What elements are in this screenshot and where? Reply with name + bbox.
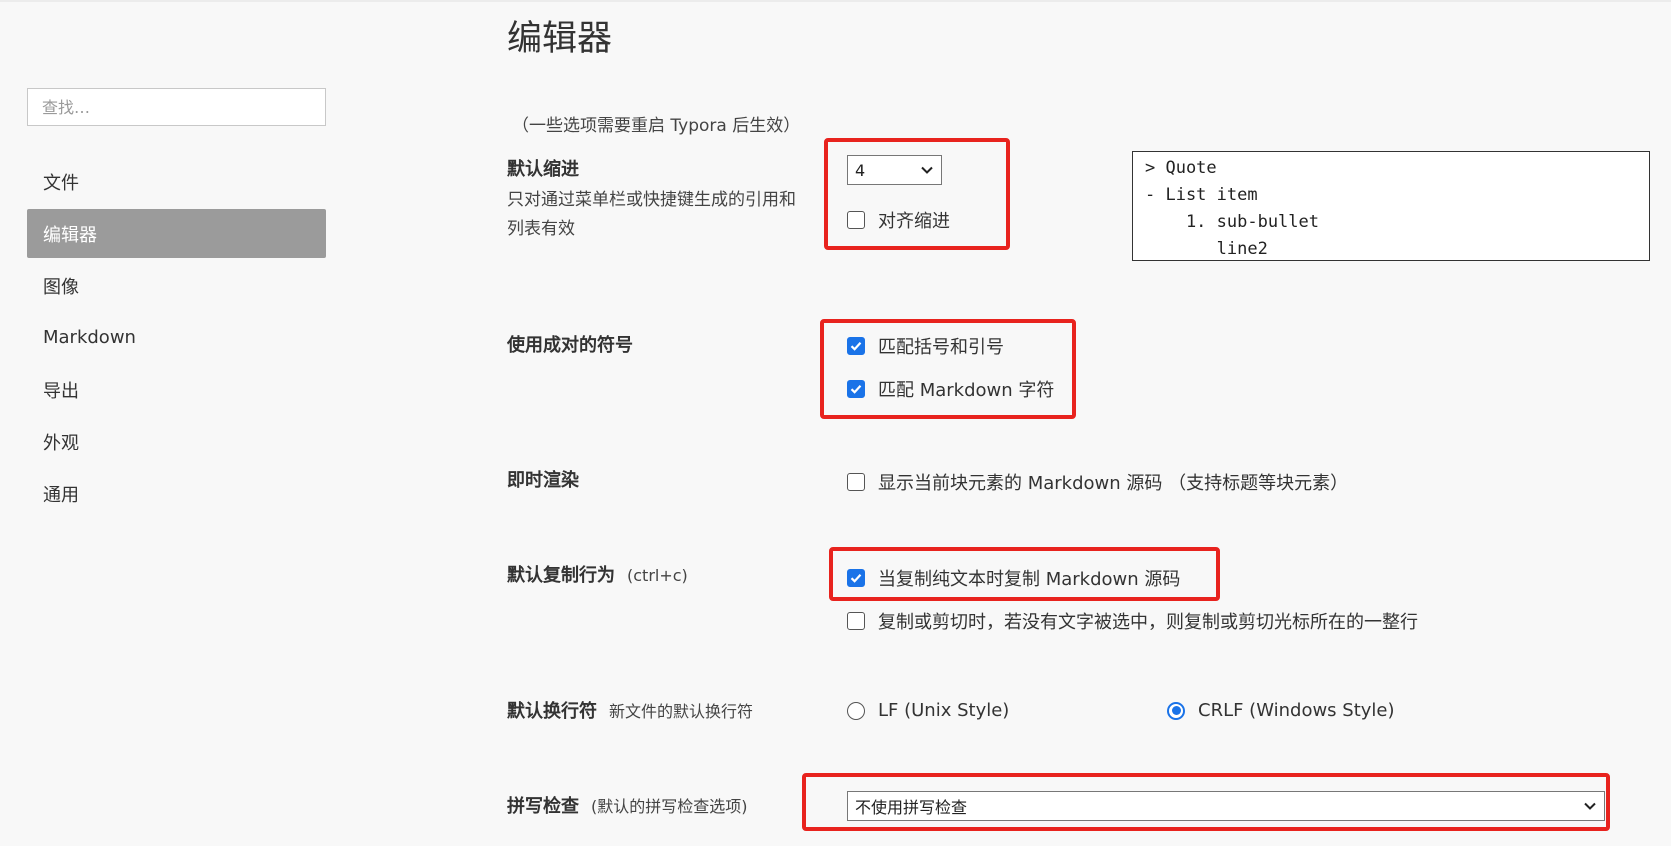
match-markdown-checkbox[interactable] bbox=[847, 380, 865, 398]
spellcheck-select[interactable]: 不使用拼写检查 bbox=[847, 791, 1605, 821]
match-markdown-option[interactable]: 匹配 Markdown 字符 bbox=[847, 376, 1054, 402]
copy-shortcut: (ctrl+c) bbox=[627, 566, 688, 585]
align-indent-option[interactable]: 对齐缩进 bbox=[847, 207, 950, 233]
show-block-source-option[interactable]: 显示当前块元素的 Markdown 源码 （支持标题等块元素） bbox=[847, 469, 1348, 495]
preview-line: 1. sub-bullet bbox=[1145, 212, 1319, 232]
indent-size-select[interactable]: 4 bbox=[847, 155, 942, 185]
sidebar-item-editor[interactable]: 编辑器 bbox=[27, 209, 326, 258]
copy-markdown-option[interactable]: 当复制纯文本时复制 Markdown 源码 bbox=[847, 565, 1180, 591]
lf-radio[interactable] bbox=[847, 701, 865, 720]
crlf-radio[interactable] bbox=[1167, 701, 1185, 720]
match-brackets-checkbox[interactable] bbox=[847, 337, 865, 355]
checkmark-icon bbox=[850, 574, 862, 583]
sidebar-item-appearance[interactable]: 外观 bbox=[27, 417, 326, 466]
copy-line-option[interactable]: 复制或剪切时，若没有文字被选中，则复制或剪切光标所在的一整行 bbox=[847, 608, 1418, 634]
sidebar-nav: 文件 编辑器 图像 Markdown 导出 外观 通用 bbox=[27, 157, 326, 521]
line-ending-sub: 新文件的默认换行符 bbox=[609, 702, 754, 721]
match-markdown-label: 匹配 Markdown 字符 bbox=[878, 380, 1055, 401]
preview-line: - List item bbox=[1145, 185, 1258, 205]
chevron-down-icon bbox=[921, 166, 933, 174]
indent-preview: > Quote - List item 1. sub-bullet line2 bbox=[1132, 151, 1650, 261]
radio-dot-icon bbox=[1171, 706, 1181, 715]
match-brackets-option[interactable]: 匹配括号和引号 bbox=[847, 333, 1004, 359]
top-border bbox=[0, 0, 1671, 2]
spellcheck-value: 不使用拼写检查 bbox=[855, 798, 968, 817]
line-ending-label-text: 默认换行符 bbox=[507, 701, 597, 722]
sidebar-item-file[interactable]: 文件 bbox=[27, 157, 326, 206]
sidebar-item-image[interactable]: 图像 bbox=[27, 261, 326, 310]
match-brackets-label: 匹配括号和引号 bbox=[878, 337, 1004, 358]
copy-label-text: 默认复制行为 bbox=[507, 565, 615, 586]
restart-hint: （一些选项需要重启 Typora 后生效） bbox=[512, 116, 801, 136]
sidebar-item-export[interactable]: 导出 bbox=[27, 365, 326, 414]
indent-label: 默认缩进 bbox=[507, 159, 579, 180]
show-block-source-label: 显示当前块元素的 Markdown 源码 （支持标题等块元素） bbox=[878, 473, 1349, 494]
spellcheck-sub: (默认的拼写检查选项) bbox=[591, 797, 748, 816]
checkmark-icon bbox=[850, 342, 862, 351]
crlf-option[interactable]: CRLF (Windows Style) bbox=[1167, 700, 1395, 721]
copy-label: 默认复制行为 (ctrl+c) bbox=[507, 561, 688, 587]
sidebar-item-markdown[interactable]: Markdown bbox=[27, 313, 326, 362]
lf-label: LF (Unix Style) bbox=[878, 700, 1010, 721]
show-block-source-checkbox[interactable] bbox=[847, 473, 865, 491]
search-input[interactable] bbox=[27, 88, 326, 126]
sidebar-item-general[interactable]: 通用 bbox=[27, 469, 326, 518]
copy-markdown-label: 当复制纯文本时复制 Markdown 源码 bbox=[878, 569, 1181, 590]
live-render-label: 即时渲染 bbox=[507, 470, 579, 491]
align-indent-checkbox[interactable] bbox=[847, 211, 865, 229]
align-indent-label: 对齐缩进 bbox=[878, 211, 950, 232]
preview-line: line2 bbox=[1145, 239, 1268, 259]
pairs-label: 使用成对的符号 bbox=[507, 335, 633, 356]
spellcheck-label: 拼写检查 (默认的拼写检查选项) bbox=[507, 792, 748, 818]
indent-description: 只对通过菜单栏或快捷键生成的引用和列表有效 bbox=[507, 190, 796, 239]
crlf-label: CRLF (Windows Style) bbox=[1198, 700, 1395, 721]
indent-size-value: 4 bbox=[855, 160, 866, 180]
copy-markdown-checkbox[interactable] bbox=[847, 569, 865, 587]
preview-line: > Quote bbox=[1145, 158, 1217, 178]
line-ending-label: 默认换行符 新文件的默认换行符 bbox=[507, 697, 753, 723]
spellcheck-label-text: 拼写检查 bbox=[507, 796, 579, 817]
copy-line-checkbox[interactable] bbox=[847, 612, 865, 630]
chevron-down-icon bbox=[1584, 802, 1596, 810]
checkmark-icon bbox=[850, 385, 862, 394]
copy-line-label: 复制或剪切时，若没有文字被选中，则复制或剪切光标所在的一整行 bbox=[878, 612, 1418, 633]
page-title: 编辑器 bbox=[507, 19, 613, 59]
lf-option[interactable]: LF (Unix Style) bbox=[847, 700, 1009, 721]
